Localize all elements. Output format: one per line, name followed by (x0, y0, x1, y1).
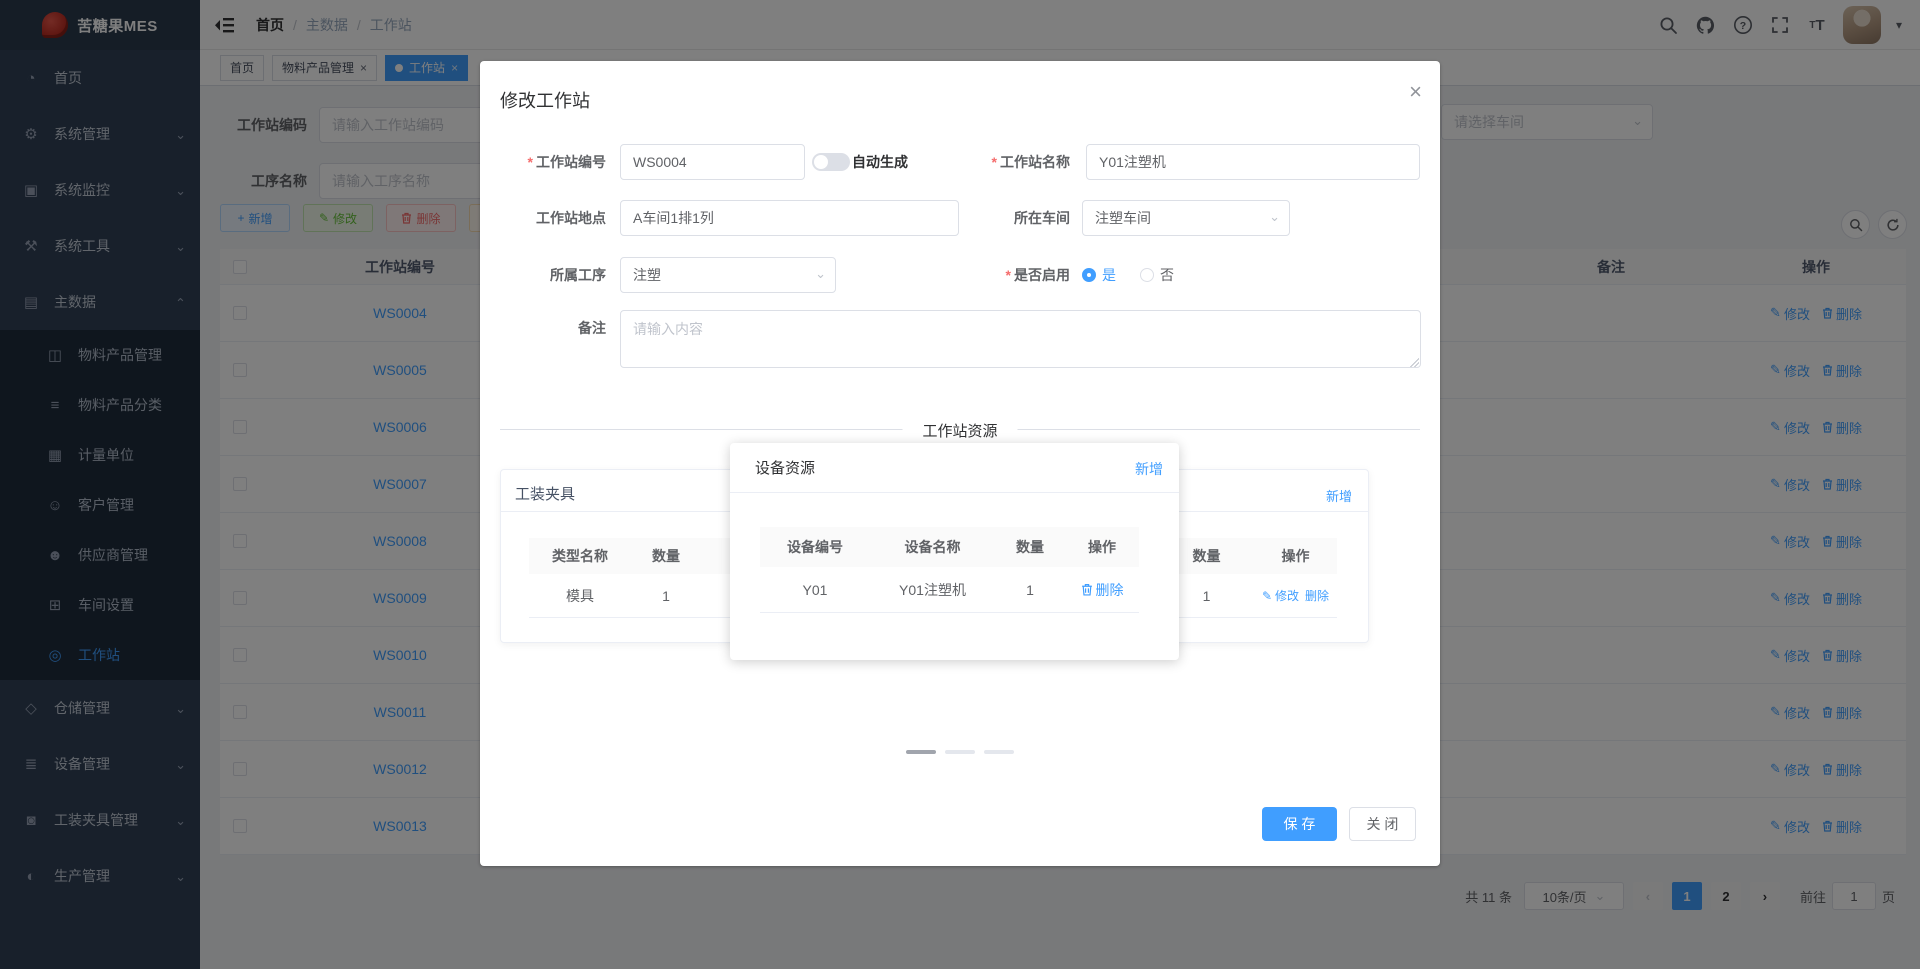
remark-label: 备注 (578, 320, 606, 336)
edit-workstation-dialog: 修改工作站 × *工作站编号 自动生成 *工作站名称 工作站地点 所在车间 注塑… (480, 61, 1440, 866)
process-label: 所属工序 (550, 267, 606, 283)
code-input[interactable] (620, 144, 805, 180)
right-row-delete-link[interactable]: 删除 (1305, 587, 1329, 604)
fixture-row-qty: 1 (662, 587, 670, 604)
device-row-qty: 1 (1026, 581, 1034, 598)
device-row-code: Y01 (802, 581, 828, 598)
workshop-label: 所在车间 (1014, 210, 1070, 226)
device-col-qty: 数量 (1016, 539, 1044, 555)
device-col-action: 操作 (1088, 539, 1116, 555)
save-button[interactable]: 保 存 (1262, 807, 1337, 841)
device-delete-link[interactable]: 删除 (1065, 580, 1139, 600)
device-col-code: 设备编号 (787, 539, 843, 555)
radio-yes[interactable]: 是 (1082, 265, 1116, 285)
dialog-title: 修改工作站 (500, 91, 590, 111)
name-label: * 工作站名称 (991, 154, 1070, 170)
device-panel-title: 设备资源 (755, 460, 816, 477)
section-title: 工作站资源 (902, 420, 1018, 441)
device-col-name: 设备名称 (904, 539, 961, 555)
process-select[interactable]: 注塑 ⌄ (620, 257, 836, 293)
carousel-indicators (906, 750, 1014, 754)
carousel-dot[interactable] (984, 750, 1014, 754)
radio-no[interactable]: 否 (1140, 265, 1174, 285)
enable-label: * 是否启用 (1005, 267, 1070, 283)
device-resource-panel: 设备资源 新增 设备编号 设备名称 数量 操作 Y01 Y01注塑机 1 删除 (730, 443, 1179, 660)
code-label: * 工作站编号 (527, 154, 606, 170)
chevron-down-icon: ⌄ (1269, 209, 1280, 225)
cancel-button[interactable]: 关 闭 (1349, 807, 1416, 841)
fixture-col-qty: 数量 (652, 548, 680, 564)
remark-textarea[interactable] (620, 310, 1421, 368)
device-row-name: Y01注塑机 (899, 581, 966, 598)
pencil-icon: ✎ (1261, 588, 1273, 603)
auto-generate-toggle[interactable] (812, 153, 850, 171)
fixture-card-title: 工装夹具 (515, 486, 576, 503)
right-col-action: 操作 (1281, 548, 1310, 564)
chevron-down-icon: ⌄ (815, 266, 826, 282)
radio-unchecked-icon (1140, 268, 1154, 282)
app-root: 苦糖果MES ◔首页⚙系统管理⌄▣系统监控⌄⚒系统工具⌄▤主数据⌄◫物料产品管理… (0, 0, 1920, 969)
name-input[interactable] (1086, 144, 1420, 180)
radio-checked-icon (1082, 268, 1096, 282)
device-row: Y01 Y01注塑机 1 删除 (760, 567, 1139, 613)
enable-radio-group: 是 否 (1082, 257, 1174, 293)
carousel-dot[interactable] (945, 750, 975, 754)
location-input[interactable] (620, 200, 959, 236)
trash-icon (1081, 583, 1093, 596)
carousel-dot[interactable] (906, 750, 936, 754)
auto-generate-label: 自动生成 (852, 154, 908, 170)
close-icon[interactable]: × (1409, 81, 1422, 103)
fixture-row-type: 模具 (566, 587, 594, 604)
location-label: 工作站地点 (536, 210, 606, 226)
device-add-link[interactable]: 新增 (1135, 459, 1163, 479)
resize-handle[interactable] (1409, 357, 1419, 367)
right-card-add-link[interactable]: 新增 (1326, 486, 1352, 505)
fixture-col-type: 类型名称 (552, 548, 608, 564)
right-row-edit-link[interactable]: ✎ 修改 (1262, 587, 1299, 604)
workshop-select[interactable]: 注塑车间 ⌄ (1082, 200, 1290, 236)
